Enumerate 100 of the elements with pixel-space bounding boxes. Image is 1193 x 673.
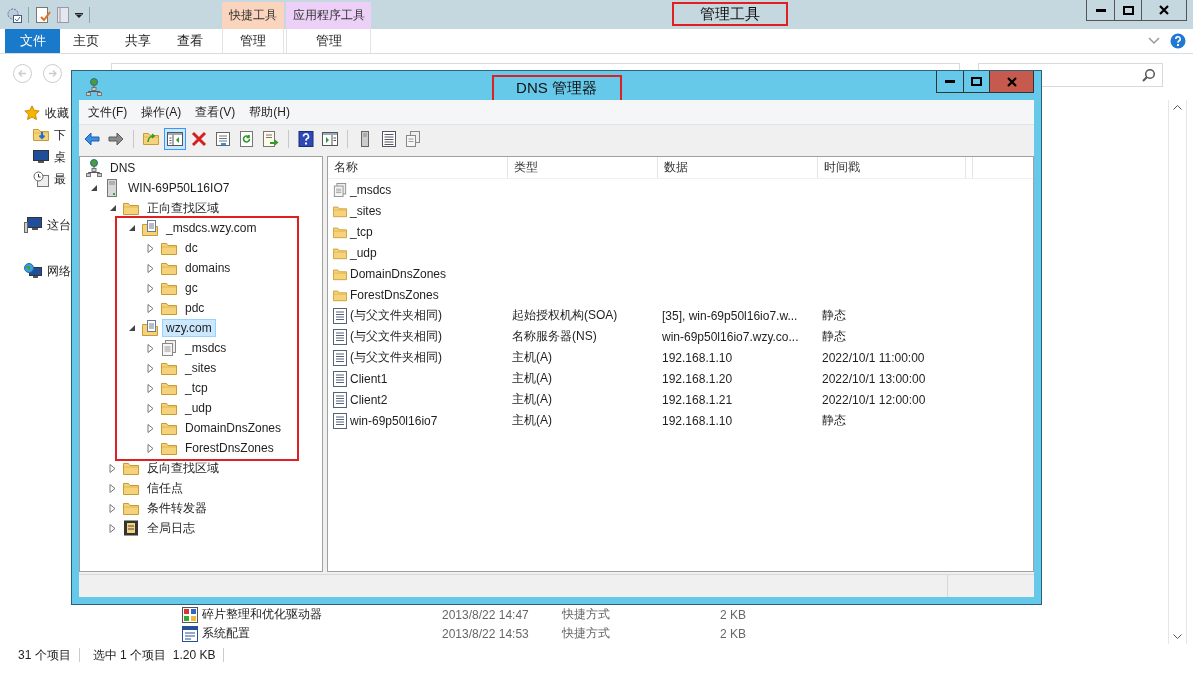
record-name[interactable]: _sites bbox=[350, 203, 382, 218]
tree-item[interactable]: _msdcs bbox=[181, 339, 231, 357]
sidebar-item[interactable]: 下 bbox=[54, 126, 66, 144]
tree-item[interactable]: DNS bbox=[106, 159, 140, 177]
folder-icon bbox=[333, 245, 347, 260]
ribbon-tab[interactable]: 查看 bbox=[164, 29, 216, 53]
menu-item[interactable]: 文件(F) bbox=[81, 101, 135, 123]
book-icon[interactable] bbox=[57, 6, 69, 23]
scrollbar[interactable] bbox=[1168, 100, 1187, 644]
menu-item[interactable]: 查看(V) bbox=[188, 101, 243, 123]
item-count: 31 个项目 bbox=[18, 646, 71, 664]
tree-item[interactable]: domains bbox=[181, 259, 235, 277]
record-name[interactable]: win-69p50l16io7 bbox=[350, 413, 438, 428]
table-cell: 主机(A) bbox=[512, 412, 552, 429]
properties-icon bbox=[215, 131, 231, 147]
tree-item[interactable]: 全局日志 bbox=[143, 519, 199, 537]
folder-icon bbox=[161, 421, 177, 435]
record-name[interactable]: ForestDnsZones bbox=[350, 287, 439, 302]
ribbon-tab[interactable]: 共享 bbox=[112, 29, 164, 53]
sidebar-item[interactable]: 收藏 bbox=[45, 104, 69, 122]
folder-icon bbox=[123, 481, 139, 495]
close-icon bbox=[1006, 76, 1017, 87]
chevron-down-icon[interactable] bbox=[1173, 634, 1182, 640]
tree-item[interactable]: _udp bbox=[181, 399, 216, 417]
menu-item[interactable]: 帮助(H) bbox=[242, 101, 297, 123]
record-name[interactable]: _udp bbox=[350, 245, 377, 260]
ribbon-tab[interactable]: 管理 bbox=[222, 29, 284, 53]
record-name[interactable]: _tcp bbox=[350, 224, 373, 239]
tree-item[interactable]: WIN-69P50L16IO7 bbox=[124, 179, 234, 197]
tree-item[interactable]: ForestDnsZones bbox=[181, 439, 278, 457]
chevron-up-icon[interactable] bbox=[1173, 104, 1182, 110]
expand-arrow-icon[interactable] bbox=[109, 204, 117, 212]
page-check-icon[interactable] bbox=[35, 6, 51, 23]
tree-item[interactable]: wzy.com bbox=[162, 319, 216, 337]
pane-toggle-button[interactable] bbox=[164, 128, 186, 150]
column-header[interactable]: 类型 bbox=[508, 157, 658, 178]
sidebar-item[interactable]: 网络 bbox=[47, 262, 71, 280]
tree-item[interactable]: gc bbox=[181, 279, 202, 297]
record-name[interactable]: Client2 bbox=[350, 392, 388, 407]
help-icon[interactable] bbox=[1170, 33, 1186, 49]
help-button[interactable] bbox=[295, 128, 317, 150]
expand-arrow-icon[interactable] bbox=[128, 224, 136, 232]
monitor-icon bbox=[33, 150, 49, 164]
file-name[interactable]: 系统配置 bbox=[202, 625, 442, 642]
folder-page-icon bbox=[142, 220, 158, 236]
sidebar-item[interactable]: 桌 bbox=[54, 148, 66, 166]
table-cell: win-69p50l16io7.wzy.co... bbox=[662, 329, 799, 344]
folder-icon bbox=[161, 261, 177, 275]
action-pane-icon bbox=[322, 131, 338, 147]
forward-arrow-icon bbox=[108, 131, 124, 147]
tree-item[interactable]: pdc bbox=[181, 299, 209, 317]
tree-item[interactable]: 反向查找区域 bbox=[143, 459, 223, 477]
gear-check-icon[interactable] bbox=[6, 6, 22, 23]
lined-page-icon bbox=[333, 370, 347, 387]
expand-arrow-icon[interactable] bbox=[128, 324, 136, 332]
table-cell: 2022/10/1 11:00:00 bbox=[822, 350, 925, 365]
sidebar-item[interactable]: 这台 bbox=[47, 216, 71, 234]
copy-icon bbox=[405, 131, 421, 147]
table-cell: 名称服务器(NS) bbox=[512, 328, 597, 345]
table-cell: [35], win-69p50l16io7.w... bbox=[662, 308, 798, 323]
sidebar-item[interactable]: 最 bbox=[54, 170, 66, 188]
ribbon-tab[interactable]: 管理 bbox=[286, 29, 371, 53]
tab-group-label: 快捷工具 bbox=[222, 2, 284, 29]
lined-page-icon bbox=[333, 391, 347, 408]
expand-arrow-icon[interactable] bbox=[90, 184, 98, 192]
tree-item[interactable]: _tcp bbox=[181, 379, 212, 397]
tree-item[interactable]: DomainDnsZones bbox=[181, 419, 286, 437]
table-cell: 2022/10/1 12:00:00 bbox=[822, 392, 926, 407]
table-cell: 静态 bbox=[822, 328, 846, 345]
folder-icon bbox=[161, 381, 177, 395]
tree-item[interactable]: _sites bbox=[181, 359, 221, 377]
tree-item[interactable]: 正向查找区域 bbox=[143, 199, 223, 217]
tab-group-label: 应用程序工具 bbox=[286, 2, 371, 29]
close-icon bbox=[1159, 5, 1169, 15]
caret-icon[interactable] bbox=[75, 11, 83, 18]
record-name[interactable]: (与父文件夹相同) bbox=[350, 328, 442, 345]
table-cell: 主机(A) bbox=[512, 391, 552, 408]
tree-item[interactable]: _msdcs.wzy.com bbox=[162, 219, 261, 237]
window-title: 管理工具 bbox=[672, 2, 788, 26]
tree-item[interactable]: 信任点 bbox=[143, 479, 187, 497]
record-name[interactable]: _msdcs bbox=[350, 182, 392, 197]
pane-toggle-icon bbox=[167, 131, 183, 147]
folder-icon bbox=[333, 203, 347, 218]
column-header[interactable]: 名称 bbox=[328, 157, 508, 178]
tree-item[interactable]: dc bbox=[181, 239, 202, 257]
menu-item[interactable]: 操作(A) bbox=[134, 101, 189, 123]
file-name[interactable]: 碎片整理和优化驱动器 bbox=[202, 606, 442, 623]
tree-item[interactable]: 条件转发器 bbox=[143, 499, 211, 517]
lined-page-icon bbox=[333, 328, 347, 345]
maximize-icon bbox=[1122, 5, 1134, 15]
record-name[interactable]: (与父文件夹相同) bbox=[350, 307, 442, 324]
column-header[interactable]: 数据 bbox=[658, 157, 818, 178]
column-header[interactable]: 时间戳 bbox=[818, 157, 966, 178]
record-name[interactable]: Client1 bbox=[350, 371, 388, 386]
ribbon-tab[interactable]: 文件 bbox=[5, 29, 60, 53]
folder-icon bbox=[333, 287, 347, 302]
record-name[interactable]: DomainDnsZones bbox=[350, 266, 447, 281]
record-name[interactable]: (与父文件夹相同) bbox=[350, 349, 442, 366]
page-stack-icon bbox=[161, 340, 177, 356]
ribbon-tab[interactable]: 主页 bbox=[60, 29, 112, 53]
